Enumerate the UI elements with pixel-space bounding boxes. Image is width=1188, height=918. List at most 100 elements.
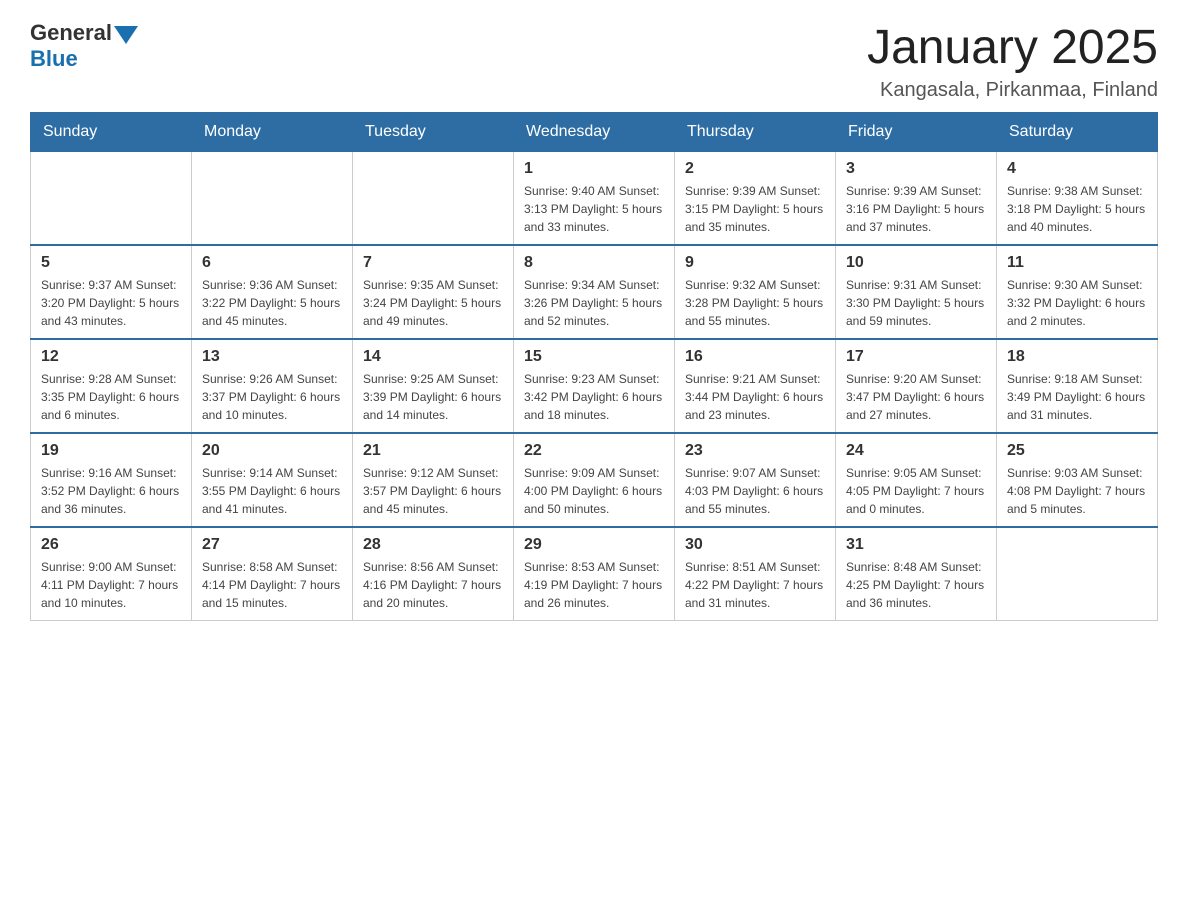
calendar-cell: 9 Sunrise: 9:32 AM Sunset: 3:28 PM Daylig… (675, 245, 836, 339)
day-info: Sunrise: 9:00 AM Sunset: 4:11 PM Dayligh… (41, 558, 181, 612)
day-info: Sunrise: 9:32 AM Sunset: 3:28 PM Dayligh… (685, 276, 825, 330)
calendar-cell: 7Sunrise: 9:35 AM Sunset: 3:24 PM Daylig… (353, 245, 514, 339)
title-section: January 2025 Kangasala, Pirkanmaa, Finla… (867, 20, 1158, 102)
page-header: General Blue January 2025 Kangasala, Pir… (30, 20, 1158, 102)
calendar-cell: 17Sunrise: 9:20 AM Sunset: 3:47 PM Dayli… (836, 339, 997, 433)
day-number: 24 (846, 442, 986, 460)
calendar-cell: 18 Sunrise: 9:18 AM Sunset: 3:49 PM Dayli… (997, 339, 1158, 433)
day-number: 16 (685, 348, 825, 366)
day-number: 4 (1007, 160, 1147, 178)
day-info: Sunrise: 9:21 AM Sunset: 3:44 PM Dayligh… (685, 370, 825, 424)
logo: General Blue (30, 20, 138, 72)
day-info: Sunrise: 9:14 AM Sunset: 3:55 PM Dayligh… (202, 464, 342, 518)
calendar-cell: 31Sunrise: 8:48 AM Sunset: 4:25 PM Dayli… (836, 527, 997, 621)
day-number: 8 (524, 254, 664, 272)
day-number: 31 (846, 536, 986, 554)
weekday-header-thursday: Thursday (675, 113, 836, 152)
day-number: 5 (41, 254, 181, 272)
day-info: Sunrise: 9:38 AM Sunset: 3:18 PM Dayligh… (1007, 182, 1147, 236)
calendar-cell: 29 Sunrise: 8:53 AM Sunset: 4:19 PM Dayli… (514, 527, 675, 621)
day-info: Sunrise: 9:03 AM Sunset: 4:08 PM Dayligh… (1007, 464, 1147, 518)
calendar-cell: 20 Sunrise: 9:14 AM Sunset: 3:55 PM Dayli… (192, 433, 353, 527)
calendar-cell: 14 Sunrise: 9:25 AM Sunset: 3:39 PM Dayli… (353, 339, 514, 433)
day-info: Sunrise: 9:07 AM Sunset: 4:03 PM Dayligh… (685, 464, 825, 518)
weekday-header-wednesday: Wednesday (514, 113, 675, 152)
calendar-cell: 4 Sunrise: 9:38 AM Sunset: 3:18 PM Daylig… (997, 152, 1158, 246)
calendar-cell: 12Sunrise: 9:28 AM Sunset: 3:35 PM Dayli… (31, 339, 192, 433)
calendar-cell: 24 Sunrise: 9:05 AM Sunset: 4:05 PM Dayli… (836, 433, 997, 527)
calendar-cell (192, 152, 353, 246)
calendar-cell: 22 Sunrise: 9:09 AM Sunset: 4:00 PM Dayli… (514, 433, 675, 527)
day-number: 25 (1007, 442, 1147, 460)
logo-general: General (30, 20, 112, 46)
calendar-cell (997, 527, 1158, 621)
calendar-cell: 25 Sunrise: 9:03 AM Sunset: 4:08 PM Dayli… (997, 433, 1158, 527)
day-info: Sunrise: 9:37 AM Sunset: 3:20 PM Dayligh… (41, 276, 181, 330)
weekday-header-sunday: Sunday (31, 113, 192, 152)
day-number: 12 (41, 348, 181, 366)
day-number: 10 (846, 254, 986, 272)
calendar-subtitle: Kangasala, Pirkanmaa, Finland (867, 79, 1158, 102)
day-number: 15 (524, 348, 664, 366)
day-info: Sunrise: 9:20 AM Sunset: 3:47 PM Dayligh… (846, 370, 986, 424)
day-number: 29 (524, 536, 664, 554)
day-number: 27 (202, 536, 342, 554)
calendar-cell: 15 Sunrise: 9:23 AM Sunset: 3:42 PM Dayli… (514, 339, 675, 433)
day-info: Sunrise: 9:40 AM Sunset: 3:13 PM Dayligh… (524, 182, 664, 236)
calendar-title: January 2025 (867, 20, 1158, 75)
calendar-cell: 21Sunrise: 9:12 AM Sunset: 3:57 PM Dayli… (353, 433, 514, 527)
calendar-cell: 30 Sunrise: 8:51 AM Sunset: 4:22 PM Dayli… (675, 527, 836, 621)
calendar-week-row: 5 Sunrise: 9:37 AM Sunset: 3:20 PM Daylig… (31, 245, 1158, 339)
day-number: 30 (685, 536, 825, 554)
day-number: 1 (524, 160, 664, 178)
calendar-week-row: 12Sunrise: 9:28 AM Sunset: 3:35 PM Dayli… (31, 339, 1158, 433)
day-number: 3 (846, 160, 986, 178)
day-number: 28 (363, 536, 503, 554)
day-number: 21 (363, 442, 503, 460)
day-number: 9 (685, 254, 825, 272)
day-number: 7 (363, 254, 503, 272)
logo-triangle-icon (114, 26, 138, 44)
day-info: Sunrise: 9:36 AM Sunset: 3:22 PM Dayligh… (202, 276, 342, 330)
calendar-cell: 13 Sunrise: 9:26 AM Sunset: 3:37 PM Dayli… (192, 339, 353, 433)
day-info: Sunrise: 8:58 AM Sunset: 4:14 PM Dayligh… (202, 558, 342, 612)
day-info: Sunrise: 9:25 AM Sunset: 3:39 PM Dayligh… (363, 370, 503, 424)
calendar-cell: 3Sunrise: 9:39 AM Sunset: 3:16 PM Daylig… (836, 152, 997, 246)
day-number: 13 (202, 348, 342, 366)
day-info: Sunrise: 9:05 AM Sunset: 4:05 PM Dayligh… (846, 464, 986, 518)
calendar-cell: 1 Sunrise: 9:40 AM Sunset: 3:13 PM Daylig… (514, 152, 675, 246)
calendar-cell (31, 152, 192, 246)
day-number: 18 (1007, 348, 1147, 366)
day-info: Sunrise: 9:23 AM Sunset: 3:42 PM Dayligh… (524, 370, 664, 424)
calendar-cell: 10Sunrise: 9:31 AM Sunset: 3:30 PM Dayli… (836, 245, 997, 339)
calendar-week-row: 19Sunrise: 9:16 AM Sunset: 3:52 PM Dayli… (31, 433, 1158, 527)
calendar-cell: 6 Sunrise: 9:36 AM Sunset: 3:22 PM Daylig… (192, 245, 353, 339)
day-number: 2 (685, 160, 825, 178)
day-number: 23 (685, 442, 825, 460)
calendar-cell: 8Sunrise: 9:34 AM Sunset: 3:26 PM Daylig… (514, 245, 675, 339)
weekday-header-row: SundayMondayTuesdayWednesdayThursdayFrid… (31, 113, 1158, 152)
calendar-cell: 27 Sunrise: 8:58 AM Sunset: 4:14 PM Dayli… (192, 527, 353, 621)
weekday-header-saturday: Saturday (997, 113, 1158, 152)
day-info: Sunrise: 8:51 AM Sunset: 4:22 PM Dayligh… (685, 558, 825, 612)
calendar-cell: 19Sunrise: 9:16 AM Sunset: 3:52 PM Dayli… (31, 433, 192, 527)
day-number: 19 (41, 442, 181, 460)
day-info: Sunrise: 9:18 AM Sunset: 3:49 PM Dayligh… (1007, 370, 1147, 424)
weekday-header-tuesday: Tuesday (353, 113, 514, 152)
calendar-week-row: 26 Sunrise: 9:00 AM Sunset: 4:11 PM Dayli… (31, 527, 1158, 621)
day-number: 6 (202, 254, 342, 272)
weekday-header-friday: Friday (836, 113, 997, 152)
calendar-week-row: 1 Sunrise: 9:40 AM Sunset: 3:13 PM Daylig… (31, 152, 1158, 246)
weekday-header-monday: Monday (192, 113, 353, 152)
day-number: 11 (1007, 254, 1147, 272)
day-info: Sunrise: 8:56 AM Sunset: 4:16 PM Dayligh… (363, 558, 503, 612)
day-info: Sunrise: 9:26 AM Sunset: 3:37 PM Dayligh… (202, 370, 342, 424)
day-number: 14 (363, 348, 503, 366)
day-info: Sunrise: 9:09 AM Sunset: 4:00 PM Dayligh… (524, 464, 664, 518)
day-number: 22 (524, 442, 664, 460)
day-number: 26 (41, 536, 181, 554)
day-info: Sunrise: 8:53 AM Sunset: 4:19 PM Dayligh… (524, 558, 664, 612)
calendar-cell: 2Sunrise: 9:39 AM Sunset: 3:15 PM Daylig… (675, 152, 836, 246)
day-number: 20 (202, 442, 342, 460)
calendar-cell: 16 Sunrise: 9:21 AM Sunset: 3:44 PM Dayli… (675, 339, 836, 433)
